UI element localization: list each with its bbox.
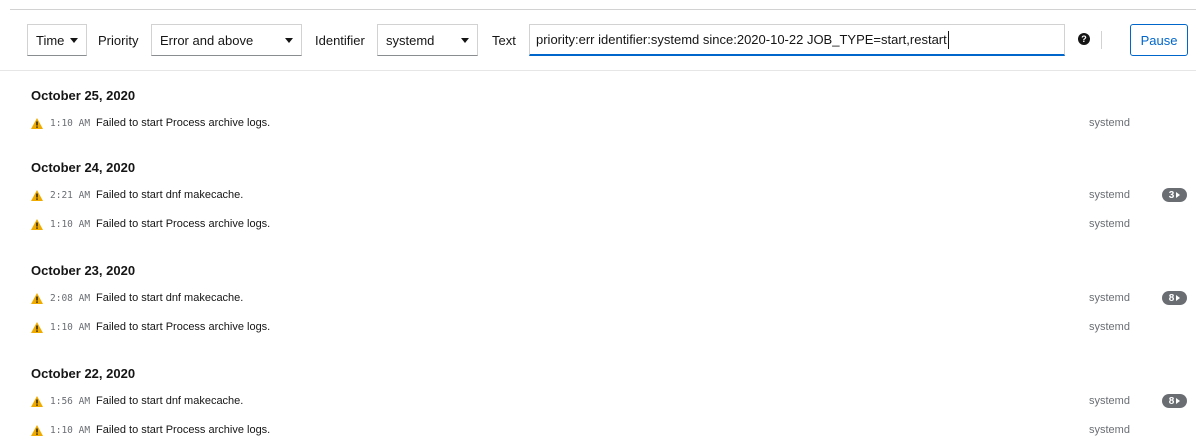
warning-icon: [31, 425, 43, 436]
log-identifier: systemd: [1089, 395, 1130, 407]
chevron-down-icon: [70, 37, 78, 43]
help-button[interactable]: ?: [1078, 33, 1092, 47]
repeat-count-badge[interactable]: 8: [1162, 291, 1187, 305]
log-identifier: systemd: [1089, 321, 1130, 333]
log-entry-row[interactable]: 2:08 AM Failed to start dnf makecache. sys…: [0, 291, 1196, 311]
day-header: October 23, 2020: [31, 263, 136, 278]
chevron-down-icon: [285, 37, 293, 43]
log-identifier: systemd: [1089, 117, 1130, 129]
text-filter-value: priority:err identifier:systemd since:20…: [536, 32, 947, 47]
log-message: Failed to start Process archive logs.: [96, 424, 271, 436]
repeat-count-value: 3: [1168, 189, 1175, 201]
repeat-count-value: 8: [1168, 395, 1175, 407]
identifier-select[interactable]: systemd: [377, 24, 478, 56]
warning-icon: [31, 190, 43, 201]
log-message: Failed to start dnf makecache.: [96, 292, 244, 304]
time-dropdown[interactable]: Time: [27, 24, 87, 56]
log-identifier: systemd: [1089, 292, 1130, 304]
priority-label: Priority: [98, 32, 139, 48]
log-time: 1:10 AM: [50, 425, 91, 436]
caret-right-icon: [1176, 398, 1181, 404]
warning-icon: [31, 219, 43, 230]
log-entry-row[interactable]: 1:56 AM Failed to start dnf makecache. sys…: [0, 394, 1196, 414]
warning-icon: [31, 322, 43, 333]
priority-select[interactable]: Error and above: [151, 24, 302, 56]
caret-right-icon: [1176, 192, 1181, 198]
warning-icon: [31, 293, 43, 304]
log-entry-row[interactable]: 1:10 AM Failed to start Process archive l…: [0, 320, 1196, 340]
identifier-select-value: systemd: [386, 32, 435, 48]
log-entry-row[interactable]: 1:10 AM Failed to start Process archive l…: [0, 423, 1196, 441]
log-time: 1:56 AM: [50, 396, 91, 407]
warning-icon: [31, 396, 43, 407]
text-label: Text: [492, 32, 516, 48]
question-circle-icon: ?: [1078, 33, 1090, 45]
log-message: Failed to start dnf makecache.: [96, 395, 244, 407]
filter-toolbar: Time Priority Error and above Identifier…: [0, 0, 1196, 71]
time-dropdown-label: Time: [36, 32, 65, 48]
day-header: October 25, 2020: [31, 88, 136, 103]
repeat-count-badge[interactable]: 8: [1162, 394, 1187, 408]
repeat-count-value: 8: [1168, 292, 1175, 304]
log-message: Failed to start Process archive logs.: [96, 117, 271, 129]
caret-right-icon: [1176, 295, 1181, 301]
log-entry-row[interactable]: 2:21 AM Failed to start dnf makecache. sys…: [0, 188, 1196, 208]
toolbar-top-divider: [10, 9, 1196, 10]
priority-select-value: Error and above: [160, 32, 254, 48]
toolbar-separator: [1101, 31, 1102, 49]
log-time: 1:10 AM: [50, 118, 91, 129]
log-entry-row[interactable]: 1:10 AM Failed to start Process archive l…: [0, 116, 1196, 136]
identifier-label: Identifier: [315, 32, 365, 48]
text-cursor: [947, 30, 949, 49]
warning-icon: [31, 118, 43, 129]
log-message: Failed to start dnf makecache.: [96, 189, 244, 201]
log-identifier: systemd: [1089, 424, 1130, 436]
log-identifier: systemd: [1089, 189, 1130, 201]
log-time: 2:21 AM: [50, 190, 91, 201]
log-time: 1:10 AM: [50, 322, 91, 333]
log-time: 1:10 AM: [50, 219, 91, 230]
day-header: October 22, 2020: [31, 366, 136, 381]
text-filter-input[interactable]: priority:err identifier:systemd since:20…: [529, 24, 1065, 56]
chevron-down-icon: [461, 37, 469, 43]
log-entry-row[interactable]: 1:10 AM Failed to start Process archive l…: [0, 217, 1196, 237]
log-identifier: systemd: [1089, 218, 1130, 230]
log-message: Failed to start Process archive logs.: [96, 321, 271, 333]
log-time: 2:08 AM: [50, 293, 91, 304]
day-header: October 24, 2020: [31, 160, 136, 175]
pause-button[interactable]: Pause: [1130, 24, 1188, 56]
log-message: Failed to start Process archive logs.: [96, 218, 271, 230]
repeat-count-badge[interactable]: 3: [1162, 188, 1187, 202]
logs-page: Time Priority Error and above Identifier…: [0, 0, 1196, 441]
